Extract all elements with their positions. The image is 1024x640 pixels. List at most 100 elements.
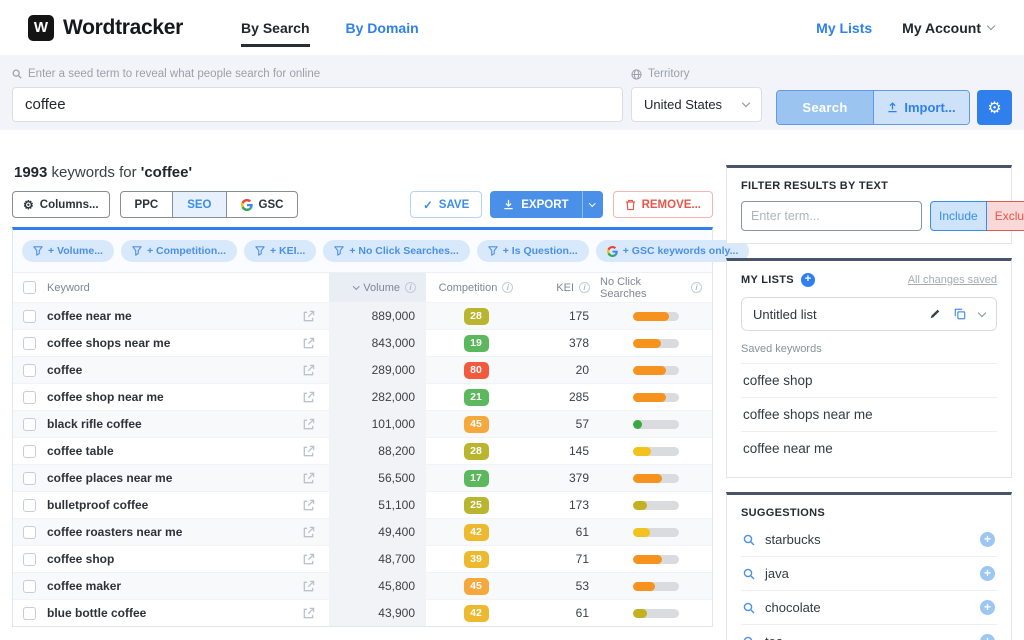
info-icon[interactable]: i: [502, 282, 514, 293]
row-checkbox[interactable]: [23, 552, 36, 566]
exclude-button[interactable]: Exclude: [986, 201, 1024, 231]
seed-input[interactable]: [12, 87, 623, 122]
row-checkbox[interactable]: [23, 471, 36, 485]
external-link-icon[interactable]: [302, 337, 329, 350]
kei-cell: 145: [568, 444, 589, 458]
filter-pill[interactable]: + KEI...: [244, 240, 317, 262]
remove-label: REMOVE...: [641, 198, 701, 211]
external-link-icon[interactable]: [302, 445, 329, 458]
globe-icon: [631, 68, 642, 80]
header-kei[interactable]: KEI i: [526, 273, 600, 302]
keyword-label: blue bottle coffee: [47, 606, 147, 620]
tab-ppc[interactable]: PPC: [121, 192, 173, 217]
filter-pill[interactable]: + Volume...: [22, 240, 114, 262]
import-button[interactable]: Import...: [873, 91, 969, 124]
row-checkbox[interactable]: [23, 579, 36, 593]
select-all-checkbox[interactable]: [23, 281, 36, 294]
header-competition[interactable]: Competition i: [426, 273, 526, 302]
gear-icon: ⚙: [23, 197, 34, 212]
kei-cell: 285: [568, 390, 589, 404]
external-link-icon[interactable]: [302, 364, 329, 377]
tab-gsc-label: GSC: [258, 198, 284, 211]
copy-icon[interactable]: [954, 308, 966, 320]
filter-pill[interactable]: + Competition...: [120, 240, 237, 262]
suggestion-item[interactable]: tea +: [741, 625, 997, 640]
kei-cell: 53: [575, 579, 589, 593]
search-button[interactable]: Search: [777, 91, 873, 124]
wordtracker-logo[interactable]: W Wordtracker: [28, 14, 184, 41]
saved-keyword-item[interactable]: coffee near me: [741, 432, 997, 465]
suggestion-item[interactable]: chocolate +: [741, 591, 997, 625]
volume-cell: 48,700: [329, 546, 426, 572]
header-volume[interactable]: Volume i: [329, 273, 426, 302]
external-link-icon[interactable]: [302, 472, 329, 485]
no-click-bar: [633, 500, 679, 510]
row-checkbox[interactable]: [23, 363, 36, 377]
my-lists-link[interactable]: My Lists: [816, 20, 872, 36]
results-controls: ⚙ Columns... PPC SEO GSC ✓ SAVE EXPORT R…: [12, 191, 713, 218]
info-icon[interactable]: i: [691, 282, 702, 293]
suggestion-item[interactable]: java +: [741, 557, 997, 591]
row-checkbox[interactable]: [23, 390, 36, 404]
add-suggestion-button[interactable]: +: [980, 566, 995, 581]
row-checkbox[interactable]: [23, 525, 36, 539]
brand-name: Wordtracker: [63, 15, 184, 39]
row-checkbox[interactable]: [23, 309, 36, 323]
external-link-icon[interactable]: [302, 526, 329, 539]
saved-keyword-item[interactable]: coffee shops near me: [741, 398, 997, 432]
info-icon[interactable]: i: [579, 282, 590, 293]
info-icon[interactable]: i: [405, 282, 416, 293]
add-list-button[interactable]: +: [800, 273, 815, 287]
external-link-icon[interactable]: [302, 418, 329, 431]
row-checkbox[interactable]: [23, 444, 36, 458]
add-suggestion-button[interactable]: +: [980, 634, 995, 640]
sort-desc-icon: [352, 282, 360, 290]
header-no-click[interactable]: No Click Searches i: [600, 273, 712, 302]
save-button[interactable]: ✓ SAVE: [410, 191, 483, 218]
filter-pills-row: + Volume... + Competition... + KEI... + No …: [13, 230, 750, 272]
tab-by-search[interactable]: By Search: [241, 0, 311, 55]
tab-seo[interactable]: SEO: [172, 192, 226, 217]
filter-pill[interactable]: + No Click Searches...: [323, 240, 470, 262]
settings-gear-button[interactable]: ⚙: [977, 90, 1012, 125]
competition-badge: 21: [463, 388, 489, 406]
list-selector[interactable]: Untitled list: [741, 297, 997, 331]
add-suggestion-button[interactable]: +: [980, 600, 995, 615]
save-label: SAVE: [438, 198, 470, 211]
add-suggestion-button[interactable]: +: [980, 532, 995, 547]
all-changes-saved-link[interactable]: All changes saved: [908, 274, 997, 286]
external-link-icon[interactable]: [302, 499, 329, 512]
row-checkbox[interactable]: [23, 498, 36, 512]
export-dropdown-button[interactable]: [581, 191, 603, 218]
chevron-down-icon[interactable]: [977, 308, 987, 317]
remove-button[interactable]: REMOVE...: [612, 191, 713, 218]
competition-badge: 17: [463, 469, 489, 487]
external-link-icon[interactable]: [302, 580, 329, 593]
volume-cell: 45,800: [329, 573, 426, 599]
suggestion-label: starbucks: [765, 532, 821, 547]
filter-pill[interactable]: + Is Question...: [476, 240, 589, 262]
external-link-icon[interactable]: [302, 391, 329, 404]
columns-button[interactable]: ⚙ Columns...: [12, 191, 110, 218]
filter-term-input[interactable]: [741, 201, 922, 231]
row-checkbox[interactable]: [23, 336, 36, 350]
tab-gsc[interactable]: GSC: [225, 192, 298, 217]
external-link-icon[interactable]: [302, 553, 329, 566]
row-checkbox[interactable]: [23, 606, 36, 620]
my-account-menu[interactable]: My Account: [902, 20, 996, 36]
territory-column: Territory United States: [631, 65, 762, 130]
pencil-icon[interactable]: [929, 308, 941, 320]
nav-tabs: By Search By Domain: [241, 0, 419, 55]
external-link-icon[interactable]: [302, 310, 329, 323]
external-link-icon[interactable]: [302, 607, 329, 620]
row-checkbox[interactable]: [23, 417, 36, 431]
territory-select[interactable]: United States: [631, 87, 762, 122]
export-button[interactable]: EXPORT: [490, 191, 603, 218]
include-button[interactable]: Include: [930, 201, 987, 231]
saved-keyword-item[interactable]: coffee shop: [741, 364, 997, 398]
table-row: coffee maker 45,800 45 53: [13, 572, 712, 599]
suggestion-item[interactable]: starbucks +: [741, 523, 997, 557]
no-click-bar: [633, 581, 679, 591]
seed-column: Enter a seed term to reveal what people …: [12, 65, 623, 130]
tab-by-domain[interactable]: By Domain: [346, 0, 419, 55]
